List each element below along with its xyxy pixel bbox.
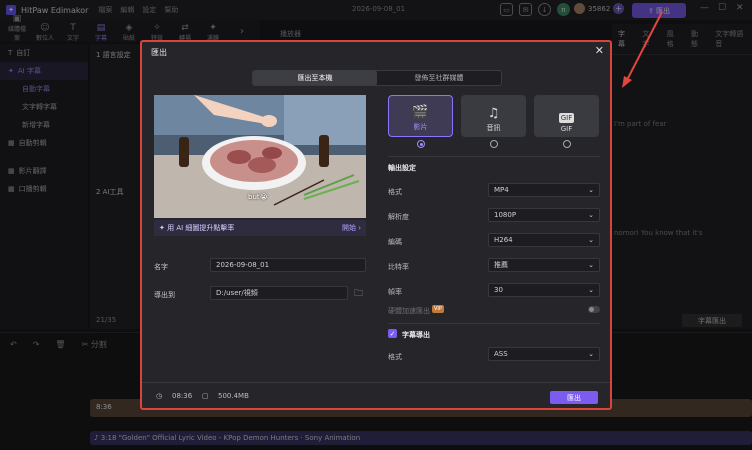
ai-start-button[interactable]: 開始 › (342, 223, 361, 233)
output-settings-header: 輸出設定 (388, 164, 416, 172)
clapper-icon: 🎬 (412, 105, 429, 120)
dialog-footer (142, 382, 610, 410)
codec-label: 編碼 (388, 238, 402, 246)
clock-icon: ◷ (156, 392, 163, 400)
chevron-down-icon: ⌄ (588, 261, 594, 269)
codec-select[interactable]: H264 ⌄ (488, 233, 600, 247)
chevron-down-icon: ⌄ (588, 350, 594, 358)
tab-export-local[interactable]: 匯出至本機 (253, 71, 377, 85)
chevron-down-icon: ⌄ (588, 286, 594, 294)
vip-badge: VIP (432, 305, 444, 313)
chevron-down-icon: ⌄ (588, 211, 594, 219)
ai-bar-label: 用 AI 細圖提升點擊率 (167, 224, 235, 232)
duration-value: 08:36 (172, 392, 193, 400)
close-icon[interactable]: ✕ (595, 44, 604, 57)
tab-publish-social[interactable]: 發佈至社群媒體 (377, 71, 501, 85)
hw-accel-toggle[interactable] (588, 306, 600, 313)
framerate-label: 幀率 (388, 288, 402, 296)
subtitle-export-checkbox[interactable]: ✓ (388, 329, 397, 338)
sparkle-icon: ✦ (159, 224, 168, 232)
format-label: 格式 (388, 188, 402, 196)
music-note-icon: ♫ (487, 106, 500, 121)
file-icon: ▢ (202, 392, 209, 400)
format-gif-card[interactable]: GIF GIF (534, 95, 599, 137)
chevron-down-icon: ⌄ (588, 236, 594, 244)
folder-icon[interactable]: 🗀 (354, 286, 366, 299)
export-dialog: 匯出 ✕ 匯出至本機 發佈至社群媒體 but😭 ✦ 用 AI 細圖提升點擊率 開… (140, 40, 612, 410)
format-video-card[interactable]: 🎬 影片 (388, 95, 453, 137)
export-destination-tabs: 匯出至本機 發佈至社群媒體 (252, 70, 502, 86)
bitrate-select[interactable]: 推薦 ⌄ (488, 258, 600, 272)
format-audio-card[interactable]: ♫ 音訊 (461, 95, 526, 137)
video-preview: but😭 (154, 95, 366, 218)
format-video-radio[interactable] (417, 140, 425, 148)
chevron-down-icon: ⌄ (588, 186, 594, 194)
resolution-label: 解析度 (388, 213, 409, 221)
format-select[interactable]: MP4 ⌄ (488, 183, 600, 197)
subtitle-export-header: 字幕導出 (402, 331, 430, 339)
path-label: 導出到 (154, 291, 175, 299)
gif-icon: GIF (558, 113, 575, 123)
framerate-select[interactable]: 30 ⌄ (488, 283, 600, 297)
hw-accel-label: 硬體加速匯出 (388, 307, 430, 315)
path-input[interactable]: D:/user/視頻 (210, 286, 348, 300)
bitrate-label: 比特率 (388, 263, 409, 271)
name-label: 名字 (154, 263, 168, 271)
ai-thumbnail-bar[interactable]: ✦ 用 AI 細圖提升點擊率 開始 › (154, 220, 366, 236)
divider (388, 323, 600, 324)
dialog-title: 匯出 (151, 48, 167, 57)
file-size-value: 500.4MB (218, 392, 249, 400)
format-audio-radio[interactable] (490, 140, 498, 148)
export-button[interactable]: 匯出 (550, 391, 598, 404)
format-gif-radio[interactable] (563, 140, 571, 148)
subtitle-format-select[interactable]: ASS ⌄ (488, 347, 600, 361)
preview-caption: but😭 (248, 193, 268, 201)
resolution-select[interactable]: 1080P ⌄ (488, 208, 600, 222)
subtitle-format-label: 格式 (388, 353, 402, 361)
divider (388, 156, 600, 157)
annotation-arrow-icon (622, 11, 663, 88)
name-input[interactable]: 2026-09-08_01 (210, 258, 366, 272)
